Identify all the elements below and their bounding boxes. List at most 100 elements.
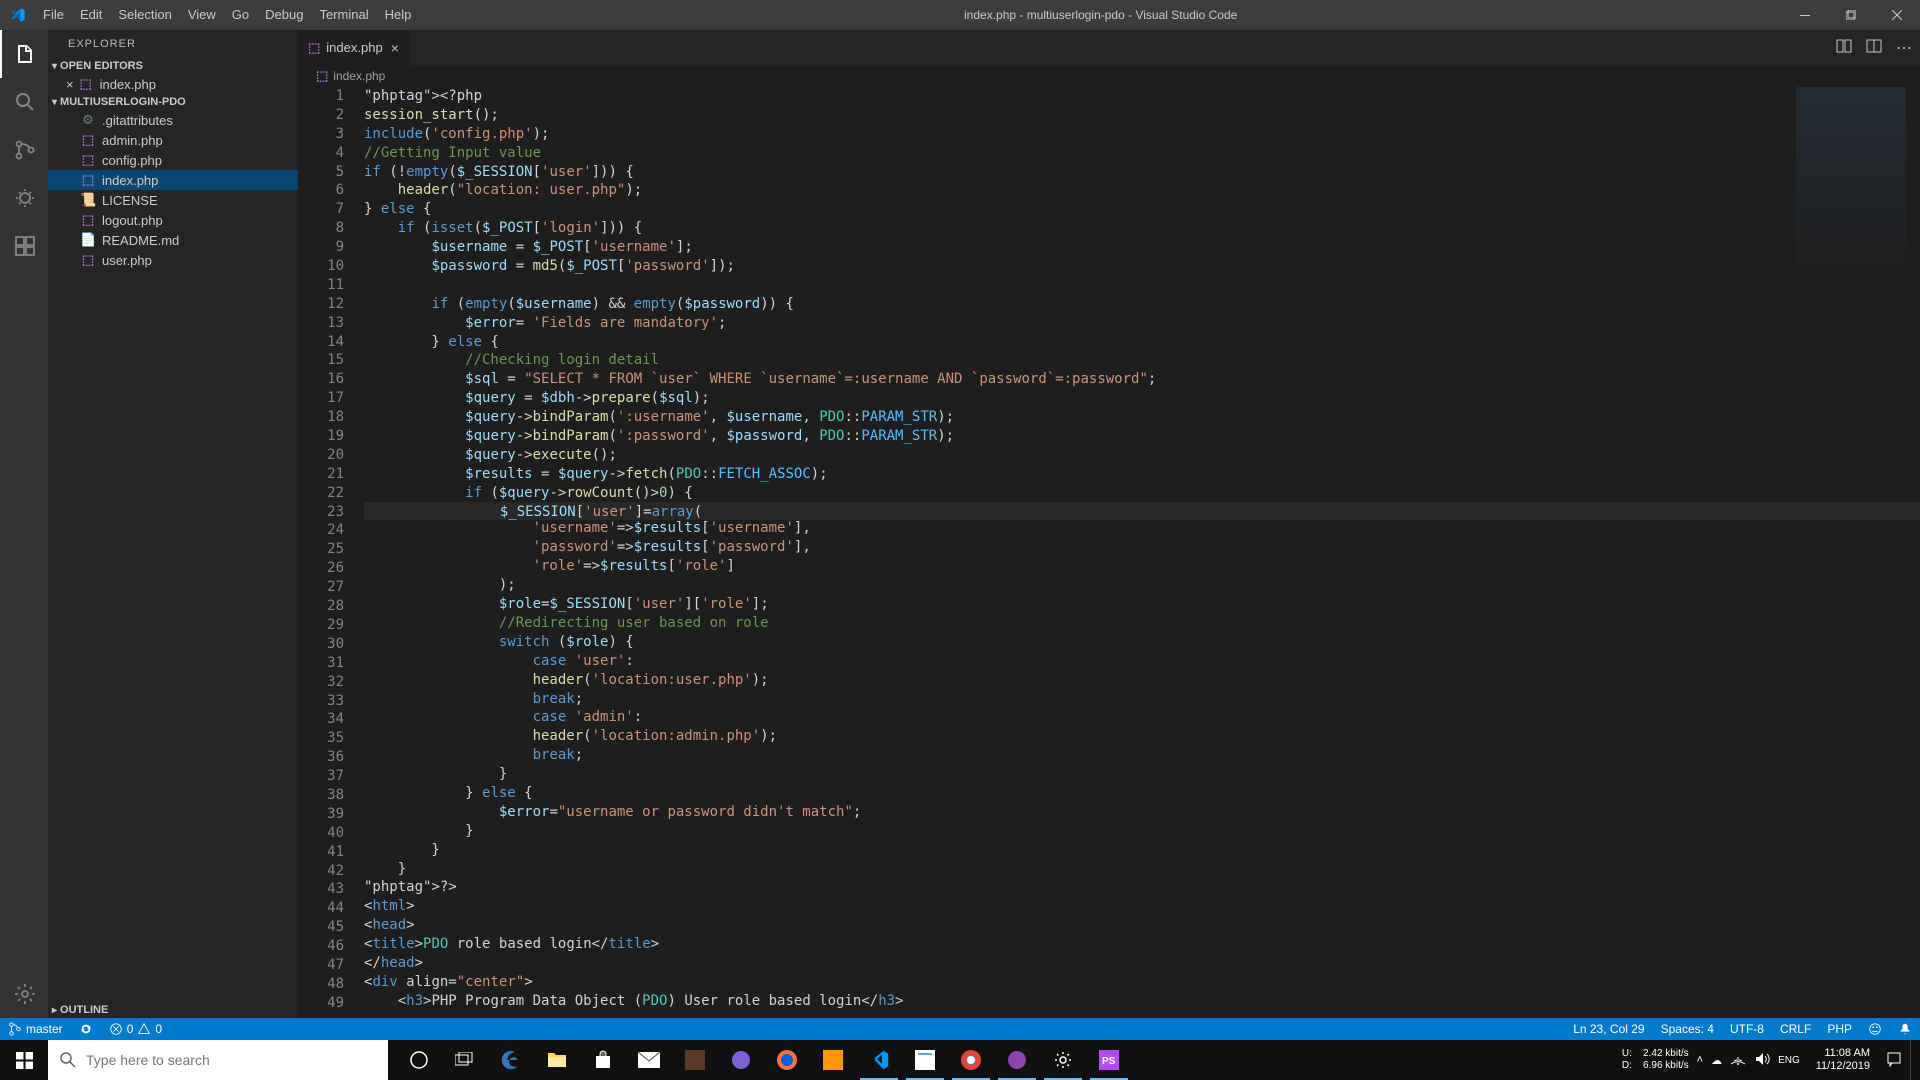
app-icon-3[interactable] xyxy=(994,1040,1040,1080)
tray-onedrive-icon[interactable]: ☁ xyxy=(1711,1054,1722,1067)
tray-clock[interactable]: 11:08 AM 11/12/2019 xyxy=(1808,1047,1878,1073)
menu-bar: File Edit Selection View Go Debug Termin… xyxy=(35,0,419,30)
activity-explorer-icon[interactable] xyxy=(0,30,48,78)
minimize-button[interactable] xyxy=(1782,0,1828,30)
close-icon[interactable]: × xyxy=(391,40,399,56)
file-item[interactable]: ⬚index.php xyxy=(48,170,298,190)
file-item[interactable]: 📄README.md xyxy=(48,230,298,250)
taskbar-search-input[interactable] xyxy=(86,1052,376,1068)
vscode-icon xyxy=(0,7,35,23)
breadcrumb-label: index.php xyxy=(333,69,385,83)
file-icon: ⬚ xyxy=(80,132,96,148)
section-outline[interactable]: ▸ Outline xyxy=(48,1002,298,1018)
status-lang[interactable]: PHP xyxy=(1819,1022,1860,1036)
file-item[interactable]: 📜LICENSE xyxy=(48,190,298,210)
tray-notifications-icon[interactable] xyxy=(1886,1051,1902,1070)
status-encoding[interactable]: UTF-8 xyxy=(1722,1022,1772,1036)
menu-view[interactable]: View xyxy=(180,0,224,30)
file-label: admin.php xyxy=(102,133,163,148)
file-item[interactable]: ⬚config.php xyxy=(48,150,298,170)
activity-settings-icon[interactable] xyxy=(0,970,48,1018)
close-button[interactable] xyxy=(1874,0,1920,30)
mail-icon[interactable] xyxy=(626,1040,672,1080)
tray-chevron-icon[interactable]: ˄ xyxy=(1697,1054,1703,1066)
taskbar: PS U: 2.42 kbit/s D: 6.96 kbit/s ˄ ☁ ENG… xyxy=(0,1040,1920,1080)
open-editor-item[interactable]: × ⬚ index.php xyxy=(48,74,298,94)
sublime-icon[interactable] xyxy=(810,1040,856,1080)
status-cursor[interactable]: Ln 23, Col 29 xyxy=(1565,1022,1652,1036)
file-label: .gitattributes xyxy=(102,113,173,128)
menu-selection[interactable]: Selection xyxy=(110,0,179,30)
file-icon: 📜 xyxy=(80,192,96,208)
file-item[interactable]: ⚙ .gitattributes xyxy=(48,110,298,130)
menu-debug[interactable]: Debug xyxy=(257,0,311,30)
breadcrumb[interactable]: ⬚ index.php xyxy=(298,65,1920,87)
store-icon[interactable] xyxy=(580,1040,626,1080)
maximize-button[interactable] xyxy=(1828,0,1874,30)
net-monitor[interactable]: U: 2.42 kbit/s D: 6.96 kbit/s xyxy=(1622,1048,1689,1072)
section-project[interactable]: ▾ multiuserlogin-pdo xyxy=(48,94,298,110)
status-problems[interactable]: 0 0 xyxy=(101,1022,170,1036)
app-icon-2[interactable] xyxy=(718,1040,764,1080)
show-desktop[interactable] xyxy=(1910,1040,1916,1080)
minimap[interactable] xyxy=(1796,87,1906,287)
php-file-icon: ⬚ xyxy=(78,76,94,92)
file-explorer-icon[interactable] xyxy=(534,1040,580,1080)
file-icon: 📄 xyxy=(80,232,96,248)
activity-search-icon[interactable] xyxy=(0,78,48,126)
menu-edit[interactable]: Edit xyxy=(72,0,110,30)
menu-terminal[interactable]: Terminal xyxy=(311,0,376,30)
code-editor[interactable]: 1234567891011121314151617181920212223242… xyxy=(298,87,1920,1018)
status-bell[interactable] xyxy=(1890,1022,1920,1036)
edge-icon[interactable] xyxy=(488,1040,534,1080)
status-eol[interactable]: CRLF xyxy=(1772,1022,1819,1036)
file-item[interactable]: ⬚user.php xyxy=(48,250,298,270)
status-feedback[interactable] xyxy=(1860,1022,1890,1036)
menu-file[interactable]: File xyxy=(35,0,72,30)
tray-lang-icon[interactable]: ENG xyxy=(1778,1055,1800,1066)
chrome-icon[interactable] xyxy=(948,1040,994,1080)
activity-debug-icon[interactable] xyxy=(0,174,48,222)
vscode-taskbar-icon[interactable] xyxy=(856,1040,902,1080)
task-icons: PS xyxy=(396,1040,1132,1080)
close-icon[interactable]: × xyxy=(66,77,74,92)
start-button[interactable] xyxy=(0,1040,48,1080)
status-sync[interactable] xyxy=(71,1022,101,1036)
activity-extensions-icon[interactable] xyxy=(0,222,48,270)
split-editor-icon[interactable] xyxy=(1866,38,1882,57)
firefox-icon[interactable] xyxy=(764,1040,810,1080)
file-tree: ⚙ .gitattributes ⬚ admin.php ⬚config.php⬚ind… xyxy=(48,110,298,270)
tabs: ⬚ index.php × ⋯ xyxy=(298,30,1920,65)
tab-index-php[interactable]: ⬚ index.php × xyxy=(298,30,410,65)
activity-bar xyxy=(0,30,48,1018)
php-file-icon: ⬚ xyxy=(316,68,328,84)
status-warnings: 0 xyxy=(155,1022,162,1036)
section-project-label: multiuserlogin-pdo xyxy=(60,96,186,108)
status-branch-label: master xyxy=(26,1022,63,1036)
file-item[interactable]: ⬚ admin.php xyxy=(48,130,298,150)
cortana-icon[interactable] xyxy=(396,1040,442,1080)
task-view-icon[interactable] xyxy=(442,1040,488,1080)
status-spaces[interactable]: Spaces: 4 xyxy=(1653,1022,1722,1036)
compare-icon[interactable] xyxy=(1836,38,1852,57)
file-item[interactable]: ⬚logout.php xyxy=(48,210,298,230)
more-icon[interactable]: ⋯ xyxy=(1896,38,1912,58)
status-branch[interactable]: master xyxy=(0,1022,71,1036)
menu-go[interactable]: Go xyxy=(224,0,257,30)
activity-scm-icon[interactable] xyxy=(0,126,48,174)
titlebar: File Edit Selection View Go Debug Termin… xyxy=(0,0,1920,30)
code-content[interactable]: "phptag"><?phpsession_start();include('c… xyxy=(364,87,1920,1018)
notepad-icon[interactable] xyxy=(902,1040,948,1080)
settings-taskbar-icon[interactable] xyxy=(1040,1040,1086,1080)
file-icon: ⬚ xyxy=(80,172,96,188)
file-icon: ⚙ xyxy=(80,112,96,128)
tray-network-icon[interactable] xyxy=(1730,1052,1746,1069)
tray-volume-icon[interactable] xyxy=(1754,1052,1770,1069)
app-icon-1[interactable] xyxy=(672,1040,718,1080)
section-open-editors[interactable]: ▾ Open Editors xyxy=(48,58,298,74)
file-icon: ⬚ xyxy=(80,212,96,228)
menu-help[interactable]: Help xyxy=(377,0,420,30)
phpstorm-icon[interactable]: PS xyxy=(1086,1040,1132,1080)
php-file-icon: ⬚ xyxy=(308,40,320,56)
taskbar-search[interactable] xyxy=(48,1040,388,1080)
